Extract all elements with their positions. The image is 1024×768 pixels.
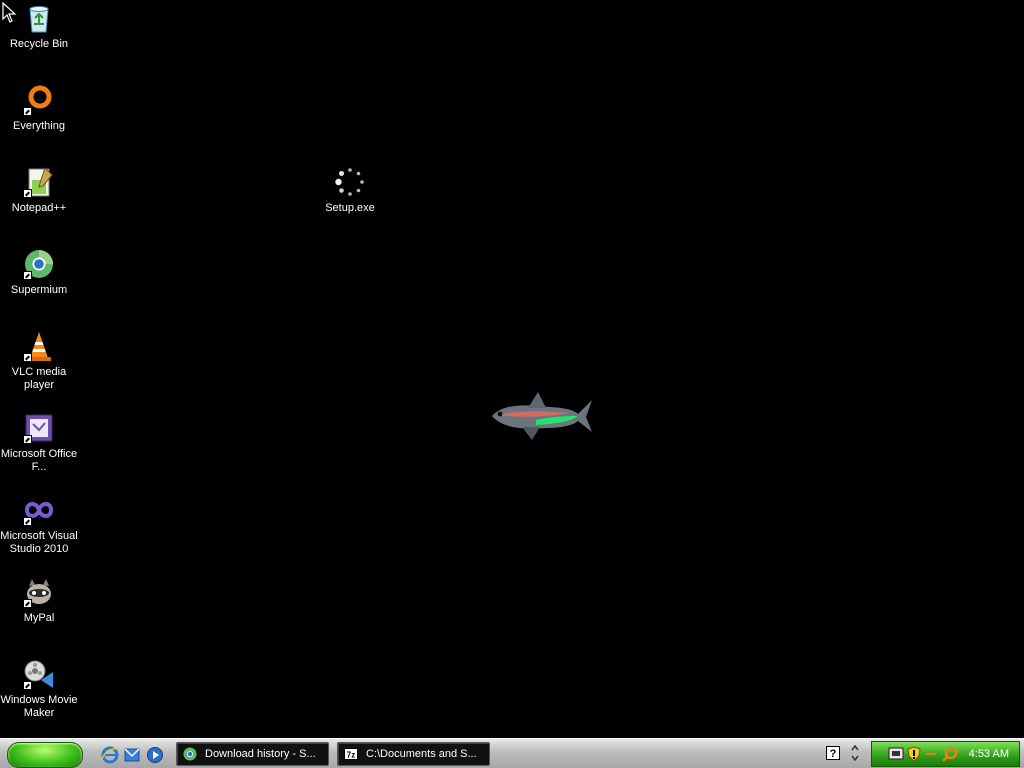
shortcut-arrow-icon	[23, 681, 32, 690]
desktop-icon-label: Windows Movie Maker	[0, 694, 78, 719]
taskbar-button-download-history[interactable]: Download history - S...	[176, 742, 329, 766]
desktop-icon-label: Everything	[13, 120, 65, 132]
desktop-icon-mypal[interactable]: MyPal	[0, 576, 78, 625]
outlook-express-icon[interactable]	[123, 746, 141, 764]
desktop-icon-recycle-bin[interactable]: Recycle Bin	[0, 2, 78, 51]
internet-explorer-icon[interactable]	[101, 746, 119, 764]
media-player-icon[interactable]	[146, 746, 164, 764]
taskbar-button-label: Download history - S...	[205, 748, 316, 760]
desktop-icon-vlc[interactable]: VLC media player	[0, 330, 78, 392]
everything-search-icon	[23, 84, 55, 116]
desktop-icon-everything[interactable]: Everything	[0, 84, 78, 133]
desktop-icon-label: Microsoft Visual Studio 2010	[0, 530, 78, 555]
taskbar-button-documents-folder[interactable]: 7z C:\Documents and S...	[337, 742, 490, 766]
desktop-icon-visual-studio[interactable]: Microsoft Visual Studio 2010	[0, 494, 78, 556]
start-button[interactable]	[7, 742, 83, 768]
taskbar: Download history - S... 7z C:\Documents …	[0, 738, 1024, 768]
svg-text:7z: 7z	[347, 751, 355, 760]
desktop-icon-supermium[interactable]: Supermium	[0, 248, 78, 297]
desktop-icon-notepad-plus-plus[interactable]: Notepad++	[0, 166, 78, 215]
movie-maker-icon	[23, 658, 55, 690]
supermium-browser-icon	[183, 747, 197, 761]
desktop-icon-label: Recycle Bin	[9, 38, 69, 50]
shortcut-arrow-icon	[23, 353, 32, 362]
notepad-plus-plus-icon	[23, 166, 55, 198]
shortcut-arrow-icon	[23, 189, 32, 198]
supermium-browser-icon	[23, 248, 55, 280]
chevron-up-down-icon[interactable]	[849, 743, 861, 763]
desktop-icon-label: VLC media player	[11, 366, 67, 391]
security-shield-icon[interactable]	[906, 746, 922, 762]
visual-studio-icon	[23, 494, 55, 526]
taskbar-button-label: C:\Documents and S...	[366, 748, 477, 760]
vlc-cone-icon	[23, 330, 55, 362]
desktop-icon-label: Microsoft Office F...	[0, 448, 78, 473]
desktop[interactable]: Recycle Bin Everything Notepad++ Supermi…	[0, 0, 1024, 738]
network-icon[interactable]	[888, 746, 904, 762]
divider-icon	[926, 753, 936, 755]
shortcut-arrow-icon	[23, 271, 32, 280]
fish-wallpaper-image	[492, 392, 592, 440]
desktop-icon-office-form[interactable]: Microsoft Office F...	[0, 412, 78, 474]
system-tray: 4:53 AM	[871, 741, 1020, 767]
desktop-icon-label: MyPal	[23, 612, 55, 624]
shortcut-arrow-icon	[23, 517, 32, 526]
desktop-icon-label: Setup.exe	[325, 202, 375, 214]
7zip-icon: 7z	[344, 748, 358, 760]
clock[interactable]: 4:53 AM	[969, 742, 1009, 766]
shortcut-arrow-icon	[23, 435, 32, 444]
desktop-icon-label: Notepad++	[11, 202, 67, 214]
mypal-raccoon-icon	[23, 576, 55, 608]
help-icon[interactable]: ?	[826, 746, 840, 760]
desktop-icon-setup-exe[interactable]: Setup.exe	[311, 166, 389, 215]
office-form-icon	[23, 412, 55, 444]
desktop-icon-label: Supermium	[10, 284, 68, 296]
everything-search-icon[interactable]	[942, 746, 958, 762]
recycle-bin-icon	[23, 2, 55, 34]
loading-spinner-icon	[334, 166, 366, 198]
desktop-icon-movie-maker[interactable]: Windows Movie Maker	[0, 658, 78, 720]
shortcut-arrow-icon	[23, 599, 32, 608]
shortcut-arrow-icon	[23, 107, 32, 116]
